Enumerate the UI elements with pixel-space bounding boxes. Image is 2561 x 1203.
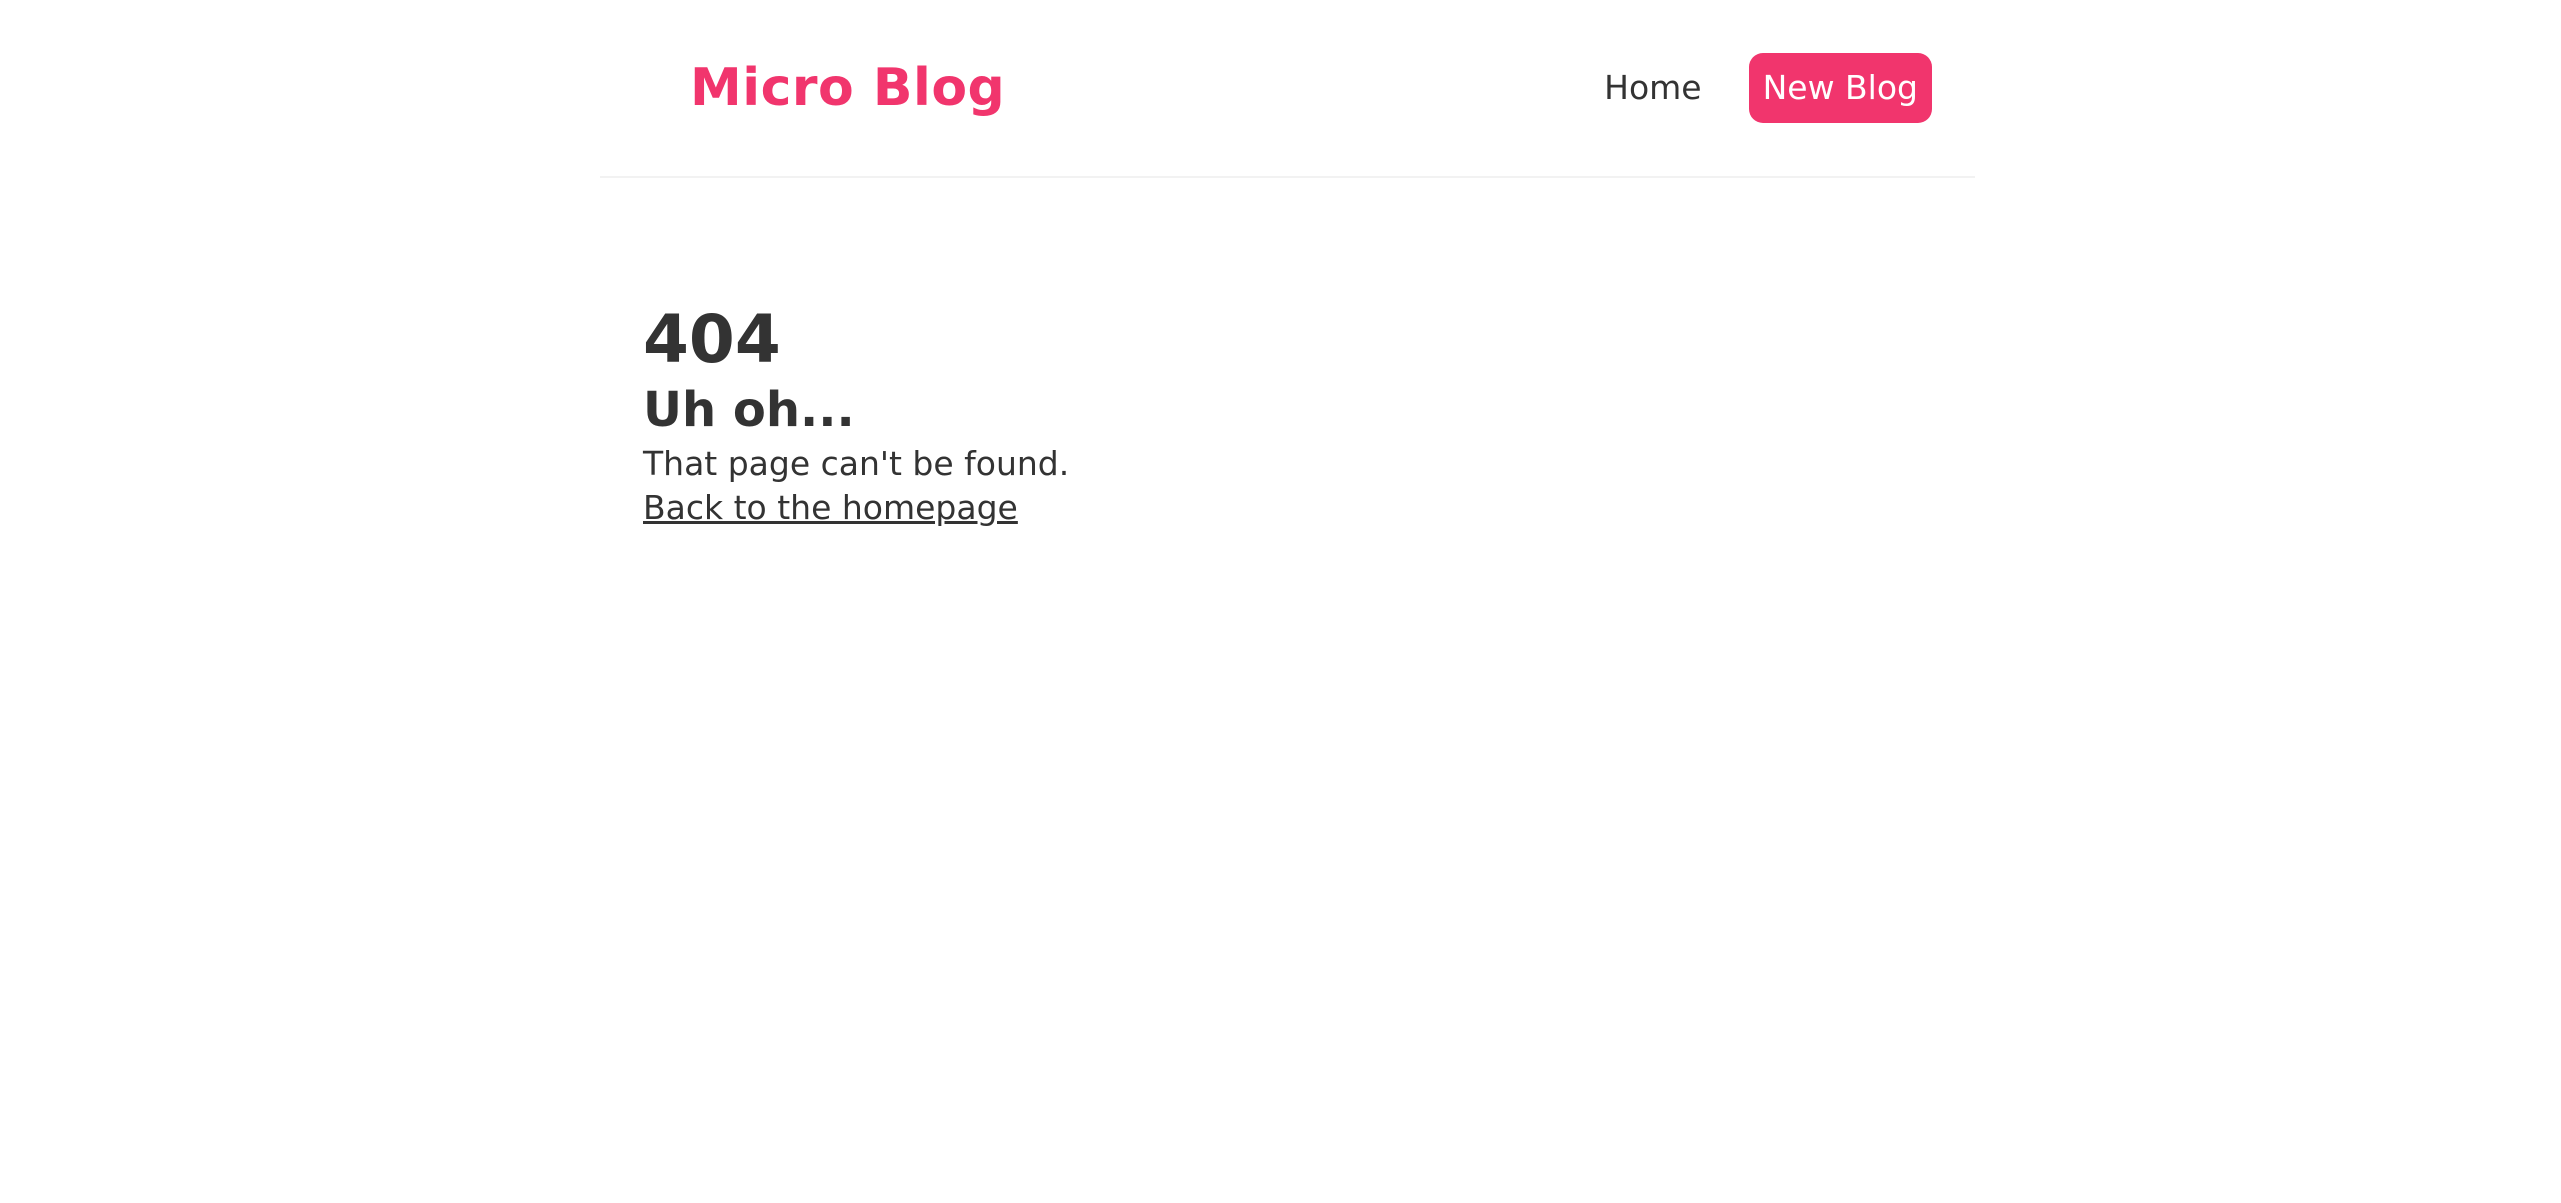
error-heading: Uh oh... (643, 382, 855, 438)
page-container: Micro Blog Home New Blog 404 Uh oh... Th… (600, 0, 1975, 527)
error-code: 404 (643, 301, 781, 378)
site-brand: Micro Blog (690, 58, 1006, 118)
error-message: That page can't be found. (643, 444, 1070, 483)
not-found-section: 404 Uh oh... That page can't be found. B… (643, 300, 1069, 530)
navbar: Micro Blog Home New Blog (600, 0, 1975, 178)
back-to-homepage-link[interactable]: Back to the homepage (643, 486, 1018, 530)
new-blog-button[interactable]: New Blog (1748, 53, 1932, 123)
nav-links: Home New Blog (1604, 53, 1932, 123)
nav-home-link[interactable]: Home (1604, 53, 1701, 123)
